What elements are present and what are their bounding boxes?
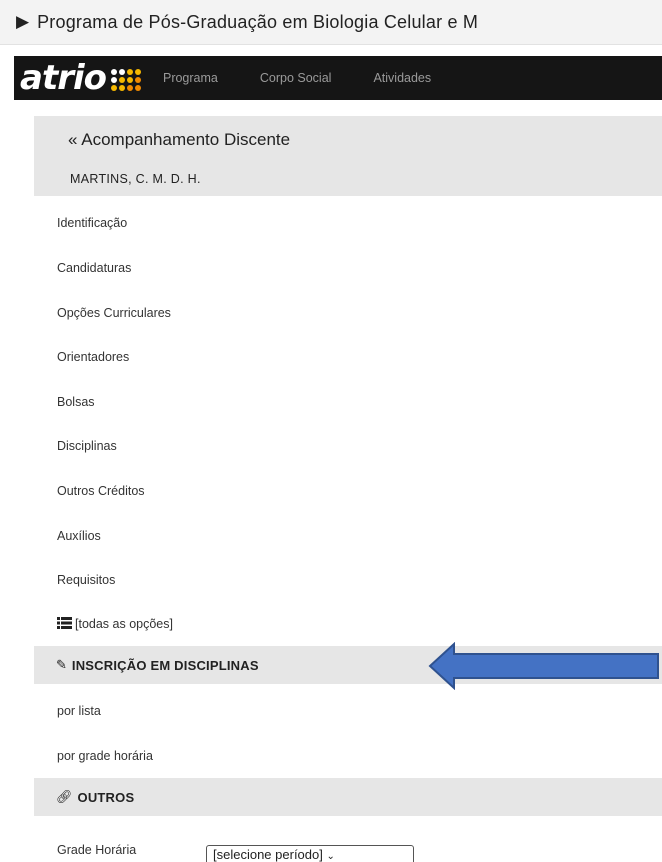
menu-item-orientadores[interactable]: Orientadores	[57, 350, 129, 364]
logo-dot	[110, 77, 117, 83]
logo-wordmark: atrio	[20, 58, 107, 98]
menu-item-identificacao[interactable]: Identificação	[57, 216, 127, 230]
logo-dots-icon	[110, 69, 141, 91]
menu-item-outros-creditos[interactable]: Outros Créditos	[57, 484, 145, 498]
menu-item-candidaturas[interactable]: Candidaturas	[57, 261, 131, 275]
menu-item-requisitos[interactable]: Requisitos	[57, 573, 115, 587]
menu-item-disciplinas[interactable]: Disciplinas	[57, 439, 117, 453]
period-select-value: [selecione período]	[213, 847, 323, 862]
grade-horaria-label: Grade Horária	[57, 843, 137, 857]
menu-item-por-grade-horaria[interactable]: por grade horária	[57, 749, 153, 763]
logo-dot	[110, 69, 117, 75]
all-options-label: [todas as opções]	[75, 617, 173, 631]
section-outros: 🔗︎ OUTROS	[34, 778, 662, 816]
logo-dot	[126, 77, 133, 83]
period-select[interactable]: [selecione período] ⌄	[206, 845, 414, 862]
student-name: MARTINS, C. M. D. H.	[70, 172, 201, 186]
edit-icon: ✎	[56, 657, 67, 672]
section-inscricao-title: INSCRIÇÃO EM DISCIPLINAS	[71, 657, 259, 673]
back-to-acompanhamento-link[interactable]: « Acompanhamento Discente	[68, 130, 290, 150]
logo-dot	[110, 85, 117, 91]
section-outros-title: OUTROS	[77, 789, 135, 805]
atrio-logo[interactable]: atrio	[20, 61, 141, 95]
logo-dot	[134, 77, 141, 83]
nav-link-corpo-social[interactable]: Corpo Social	[260, 71, 332, 85]
play-triangle-icon: ▶	[16, 12, 30, 31]
menu-item-por-lista[interactable]: por lista	[57, 704, 101, 718]
list-icon	[57, 617, 72, 629]
all-options-link[interactable]: [todas as opções]	[57, 617, 173, 631]
menu-item-auxilios[interactable]: Auxílios	[57, 529, 101, 543]
logo-dot	[126, 85, 133, 91]
logo-dot	[134, 85, 141, 91]
program-title-bar: ▶ Programa de Pós-Graduação em Biologia …	[0, 0, 662, 45]
chevron-down-icon: ⌄	[326, 851, 335, 862]
menu-item-opcoes-curriculares[interactable]: Opções Curriculares	[57, 306, 171, 320]
logo-dot	[118, 69, 125, 75]
program-title: Programa de Pós-Graduação em Biologia Ce…	[37, 11, 479, 32]
logo-dot	[118, 77, 125, 83]
logo-dot	[118, 85, 125, 91]
link-icon: 🔗︎	[56, 789, 73, 804]
nav-link-atividades[interactable]: Atividades	[373, 71, 431, 85]
top-navbar: atrio Programa Corpo Social Atividades	[14, 56, 662, 100]
menu-item-bolsas[interactable]: Bolsas	[57, 395, 95, 409]
student-panel-header: « Acompanhamento Discente MARTINS, C. M.…	[34, 116, 662, 196]
nav-link-programa[interactable]: Programa	[163, 71, 218, 85]
pointer-arrow-icon	[428, 642, 659, 690]
logo-dot	[134, 69, 141, 75]
logo-dot	[126, 69, 133, 75]
